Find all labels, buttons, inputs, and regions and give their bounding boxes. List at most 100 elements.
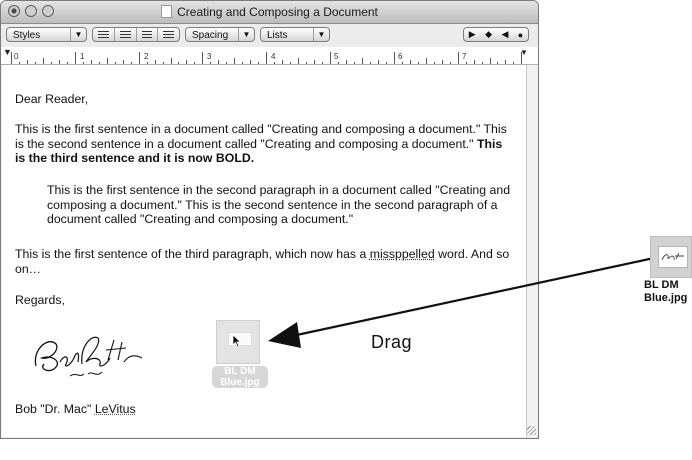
dragged-file-label: BL DM Blue.jpg bbox=[212, 366, 268, 388]
ruler-number: 2 bbox=[144, 52, 148, 61]
ruler-tick bbox=[505, 60, 506, 64]
ruler-tick bbox=[426, 58, 427, 64]
ruler-tick bbox=[306, 62, 307, 64]
lists-popup[interactable]: Lists ▼ bbox=[260, 27, 330, 42]
document-proxy-icon[interactable] bbox=[161, 5, 172, 18]
ruler-tick bbox=[123, 60, 124, 64]
decimal-tab-icon[interactable]: ◆ bbox=[485, 29, 492, 40]
resize-grip-icon[interactable] bbox=[527, 426, 536, 435]
ruler-number: 4 bbox=[271, 52, 275, 61]
ruler-tick bbox=[226, 62, 227, 64]
window-title-text: Creating and Composing a Document bbox=[177, 5, 378, 19]
ruler-tick bbox=[402, 62, 403, 64]
ruler-number: 1 bbox=[80, 52, 84, 61]
ruler-tick bbox=[394, 52, 395, 64]
ruler-tick bbox=[362, 58, 363, 64]
ruler[interactable]: ▼ ▼ 0 1 2 3 4 5 6 7 bbox=[1, 47, 538, 65]
ruler-tick bbox=[35, 62, 36, 64]
ruler-tick bbox=[107, 58, 108, 64]
greeting-line: Dear Reader, bbox=[15, 92, 88, 107]
surname-underlined: LeVitus bbox=[95, 402, 136, 416]
ruler-tick bbox=[218, 60, 219, 64]
ruler-tick bbox=[474, 60, 475, 64]
align-right-icon[interactable] bbox=[158, 28, 179, 41]
ruler-tick bbox=[210, 62, 211, 64]
ruler-tick bbox=[155, 60, 156, 64]
ruler-tick bbox=[186, 60, 187, 64]
align-center-icon[interactable] bbox=[115, 28, 137, 41]
ruler-tick bbox=[450, 62, 451, 64]
spacing-label: Spacing bbox=[192, 30, 228, 41]
ruler-tick bbox=[521, 52, 522, 64]
ruler-tick bbox=[163, 62, 164, 64]
ruler-tick bbox=[266, 52, 267, 64]
vertical-scrollbar[interactable] bbox=[526, 65, 538, 437]
center-tab-icon[interactable]: ● bbox=[518, 30, 523, 40]
ruler-tick bbox=[410, 60, 411, 64]
ruler-tick bbox=[458, 52, 459, 64]
ruler-tick bbox=[59, 60, 60, 64]
ruler-tick bbox=[171, 58, 172, 64]
ruler-tick bbox=[242, 62, 243, 64]
window-title: Creating and Composing a Document bbox=[1, 5, 538, 19]
ruler-tick bbox=[258, 62, 259, 64]
desktop-file-thumbnail[interactable] bbox=[650, 236, 692, 278]
paragraph-3-text: This is the first sentence of the third … bbox=[15, 247, 370, 261]
align-justify-icon[interactable] bbox=[137, 28, 159, 41]
align-left-icon[interactable] bbox=[93, 28, 115, 41]
ruler-number: 0 bbox=[14, 52, 18, 61]
ruler-tick bbox=[466, 62, 467, 64]
paragraph-1-text: This is the first sentence in a document… bbox=[15, 122, 507, 151]
ruler-tick bbox=[178, 62, 179, 64]
ruler-tick bbox=[314, 60, 315, 64]
ruler-tick bbox=[67, 62, 68, 64]
ruler-tick bbox=[370, 62, 371, 64]
signature-name-text: Bob "Dr. Mac" bbox=[15, 402, 95, 416]
signature-name-line: Bob "Dr. Mac" LeVitus bbox=[15, 402, 136, 417]
closing-line: Regards, bbox=[15, 293, 65, 308]
paragraph-1: This is the first sentence in a document… bbox=[15, 122, 515, 166]
right-tab-icon[interactable]: ▶ bbox=[469, 29, 476, 40]
ruler-tick bbox=[83, 62, 84, 64]
ruler-tick bbox=[322, 62, 323, 64]
ruler-number: 5 bbox=[334, 52, 338, 61]
format-toolbar: Styles ▼ Spacing ▼ Lists ▼ ▶ ◆ ◀ ● bbox=[1, 24, 538, 46]
alignment-segmented-control bbox=[92, 27, 180, 42]
ruler-number: 6 bbox=[398, 52, 402, 61]
ruler-tick bbox=[513, 62, 514, 64]
ruler-tick bbox=[147, 62, 148, 64]
ruler-tick bbox=[250, 60, 251, 64]
ruler-tick bbox=[298, 58, 299, 64]
ruler-tick bbox=[386, 62, 387, 64]
ruler-tick bbox=[490, 58, 491, 64]
ruler-tick bbox=[194, 62, 195, 64]
lists-label: Lists bbox=[267, 30, 288, 41]
desktop-file-label[interactable]: BL DM Blue.jpg bbox=[644, 279, 692, 305]
ruler-tick bbox=[434, 62, 435, 64]
drag-caption: Drag bbox=[371, 332, 412, 353]
paragraph-3: This is the first sentence of the third … bbox=[15, 247, 515, 276]
misspelled-word: missppelled bbox=[370, 247, 435, 261]
ruler-tick bbox=[139, 52, 140, 64]
ruler-tick bbox=[338, 62, 339, 64]
dragged-file-ghost: BL DM Blue.jpg bbox=[212, 320, 268, 400]
ruler-tick bbox=[442, 60, 443, 64]
handwritten-signature-image bbox=[30, 328, 148, 380]
ruler-tick bbox=[19, 62, 20, 64]
ruler-tick bbox=[234, 58, 235, 64]
left-tab-icon[interactable]: ◀ bbox=[501, 29, 508, 40]
spacing-popup[interactable]: Spacing ▼ bbox=[185, 27, 255, 42]
title-bar[interactable]: Creating and Composing a Document bbox=[1, 1, 538, 24]
ruler-tick bbox=[43, 58, 44, 64]
ruler-tick bbox=[354, 62, 355, 64]
ruler-tick bbox=[131, 62, 132, 64]
ruler-tick bbox=[482, 62, 483, 64]
chevron-down-icon: ▼ bbox=[238, 28, 254, 41]
ruler-tick bbox=[27, 60, 28, 64]
ruler-tick bbox=[91, 60, 92, 64]
styles-popup[interactable]: Styles ▼ bbox=[6, 27, 87, 42]
desktop-file-name-line-2: Blue.jpg bbox=[644, 292, 692, 305]
mouse-pointer-icon bbox=[232, 334, 242, 348]
ruler-tick bbox=[378, 60, 379, 64]
ruler-number: 7 bbox=[462, 52, 466, 61]
